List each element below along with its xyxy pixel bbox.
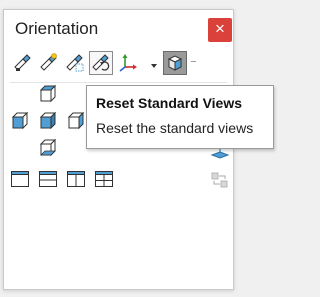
two-view-vertical-layout-icon[interactable] xyxy=(66,169,86,189)
single-view-layout-icon[interactable] xyxy=(10,169,30,189)
view-left-icon[interactable] xyxy=(10,111,30,131)
four-view-layout-icon[interactable] xyxy=(94,169,114,189)
reset-standard-views-button[interactable] xyxy=(89,51,113,75)
toolbar-separator xyxy=(10,82,227,83)
close-button[interactable]: × xyxy=(208,18,232,42)
new-view-icon xyxy=(14,54,31,71)
tooltip-description: Reset the standard views xyxy=(96,120,254,136)
link-views-icon xyxy=(211,172,228,188)
panel-title: Orientation xyxy=(15,19,99,38)
zoom-to-fit-view-icon xyxy=(66,54,84,72)
update-view-button[interactable] xyxy=(37,51,61,75)
update-view-icon xyxy=(40,53,57,71)
view-top-icon[interactable] xyxy=(38,84,58,104)
tooltip-title: Reset Standard Views xyxy=(96,95,243,111)
view-selector-button[interactable] xyxy=(163,51,187,75)
triad-button[interactable] xyxy=(116,51,140,75)
view-right-icon[interactable] xyxy=(66,111,86,131)
zoom-view-button[interactable] xyxy=(63,51,87,75)
triad-dropdown-arrow[interactable] xyxy=(151,64,157,68)
close-icon: × xyxy=(215,19,225,38)
view-bottom-icon[interactable] xyxy=(38,138,58,158)
view-selector-cube-icon xyxy=(167,55,183,71)
stage: Orientation × Reset Standard Views Reset… xyxy=(0,0,280,297)
panel-titlebar: Orientation × xyxy=(4,10,233,50)
reset-standard-views-tooltip: Reset Standard Views Reset the standard … xyxy=(86,85,274,149)
two-view-horizontal-layout-icon[interactable] xyxy=(38,169,58,189)
view-front-icon[interactable] xyxy=(38,111,58,131)
orientation-toolbar xyxy=(8,50,228,78)
triad-axes-icon xyxy=(119,54,137,72)
new-view-button[interactable] xyxy=(11,51,35,75)
reset-standard-views-icon xyxy=(92,54,110,71)
toolbar-overflow-dash xyxy=(191,61,196,62)
orientation-panel: Orientation × xyxy=(3,9,234,290)
